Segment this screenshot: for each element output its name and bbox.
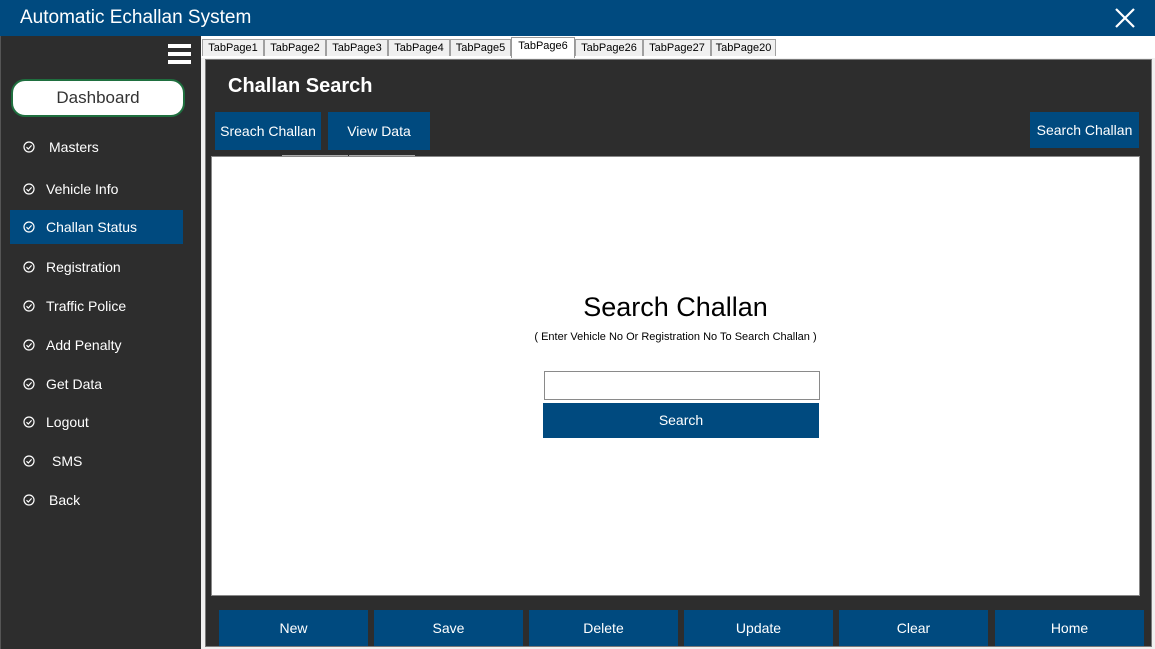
tab-strip: TabPage1 TabPage2 TabPage3 TabPage4 TabP… (201, 36, 1155, 58)
sidebar-item-registration[interactable]: Registration (10, 250, 183, 284)
sidebar-item-label: Logout (46, 414, 89, 430)
check-circle-icon (23, 339, 35, 351)
view-data-button[interactable]: View Data (328, 112, 430, 150)
sidebar-item-label: SMS (52, 453, 83, 469)
check-circle-icon (23, 183, 35, 195)
tab-tabpage26[interactable]: TabPage26 (575, 39, 643, 56)
hamburger-menu-icon[interactable] (168, 44, 191, 64)
sidebar-item-traffic-police[interactable]: Traffic Police (10, 289, 183, 323)
new-button[interactable]: New (219, 610, 368, 646)
tab-tabpage3[interactable]: TabPage3 (326, 39, 388, 56)
sidebar-item-label: Get Data (46, 376, 103, 392)
title-bar: Automatic Echallan System (0, 0, 1155, 36)
delete-button[interactable]: Delete (529, 610, 678, 646)
sidebar-item-label: Vehicle Info (46, 181, 119, 197)
check-circle-icon (23, 141, 35, 153)
save-button[interactable]: Save (374, 610, 523, 646)
tab-tabpage20[interactable]: TabPage20 (711, 39, 776, 56)
sidebar-item-label: Back (49, 492, 81, 508)
check-circle-icon (23, 416, 35, 428)
close-icon[interactable] (1113, 6, 1137, 30)
sidebar-item-label: Challan Status (46, 219, 138, 235)
tab-tabpage6[interactable]: TabPage6 (511, 37, 575, 58)
inner-tab-stub (282, 155, 348, 158)
page-title: Challan Search (228, 75, 373, 97)
sidebar-item-masters[interactable]: Masters (10, 130, 183, 164)
sidebar-item-label: Traffic Police (46, 298, 127, 314)
check-circle-icon (23, 300, 35, 312)
dashboard-button[interactable]: Dashboard (11, 79, 185, 117)
sidebar-item-label: Add Penalty (46, 337, 122, 353)
check-circle-icon (23, 378, 35, 390)
home-button[interactable]: Home (995, 610, 1144, 646)
clear-button[interactable]: Clear (839, 610, 988, 646)
check-circle-icon (23, 494, 35, 506)
search-button[interactable]: Search (543, 403, 819, 438)
sidebar-item-label: Registration (46, 259, 121, 275)
search-form-area: Search Challan ( Enter Vehicle No Or Reg… (211, 155, 1140, 596)
check-circle-icon (23, 455, 35, 467)
update-button[interactable]: Update (684, 610, 833, 646)
sidebar-item-logout[interactable]: Logout (10, 405, 183, 439)
sidebar: Dashboard Masters Vehicle Info Challan S… (0, 36, 201, 649)
check-circle-icon (23, 261, 35, 273)
sidebar-item-challan-status[interactable]: Challan Status (10, 210, 183, 244)
sidebar-item-add-penalty[interactable]: Add Penalty (10, 328, 183, 362)
sidebar-item-sms[interactable]: SMS (10, 444, 183, 478)
tab-tabpage4[interactable]: TabPage4 (388, 39, 450, 56)
sidebar-item-back[interactable]: Back (10, 483, 183, 517)
tab-tabpage27[interactable]: TabPage27 (643, 39, 711, 56)
sidebar-item-vehicle-info[interactable]: Vehicle Info (10, 172, 183, 206)
check-circle-icon (23, 221, 35, 233)
sidebar-item-label: Masters (49, 139, 99, 155)
content-area: TabPage1 TabPage2 TabPage3 TabPage4 TabP… (201, 36, 1155, 649)
search-heading: Search Challan (583, 292, 768, 322)
sreach-challan-button[interactable]: Sreach Challan (215, 112, 321, 150)
tab-tabpage1[interactable]: TabPage1 (202, 39, 264, 56)
tab-tabpage2[interactable]: TabPage2 (264, 39, 326, 56)
challan-search-panel: Challan Search Sreach Challan View Data … (205, 59, 1152, 647)
tab-tabpage5[interactable]: TabPage5 (450, 39, 511, 56)
search-hint: ( Enter Vehicle No Or Registration No To… (534, 331, 817, 343)
sidebar-item-get-data[interactable]: Get Data (10, 367, 183, 401)
search-challan-button[interactable]: Search Challan (1030, 112, 1139, 148)
vehicle-search-input[interactable] (544, 371, 820, 400)
inner-tab-stub (349, 155, 415, 158)
app-title: Automatic Echallan System (20, 7, 252, 28)
